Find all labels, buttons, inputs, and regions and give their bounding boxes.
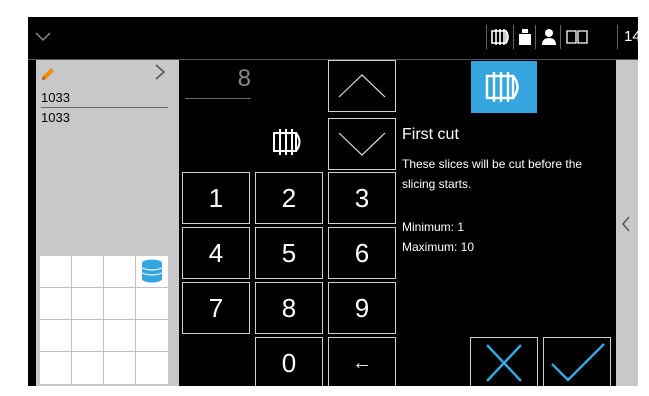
key-7[interactable]: 7 [182,282,250,334]
value-display: 8 [185,64,251,99]
close-icon [486,344,522,382]
grid-cell[interactable] [104,256,136,288]
info-minimum: Minimum: 1 [402,220,465,234]
numeric-keypad: 8 1 2 3 4 5 6 7 8 9 0 ← [181,60,396,386]
database-icon [141,259,163,283]
key-3[interactable]: 3 [328,172,396,224]
grid-cell[interactable] [72,256,104,288]
grid-cell[interactable] [40,320,72,352]
grid-cell[interactable] [104,352,136,384]
grid-cell[interactable] [136,352,168,384]
info-panel: First cut These slices will be cut befor… [398,60,616,386]
grid-cell[interactable] [72,320,104,352]
checkmark-icon [551,343,605,382]
grid-cell[interactable] [72,352,104,384]
chevron-right-icon[interactable] [154,64,166,80]
key-0[interactable]: 0 [255,337,323,386]
grid-cell[interactable] [40,352,72,384]
slot-grid [40,256,168,384]
confirm-button[interactable] [543,337,611,386]
key-4[interactable]: 4 [182,227,250,279]
chevron-left-icon[interactable] [621,216,631,232]
key-9[interactable]: 9 [328,282,396,334]
grid-cell[interactable] [40,288,72,320]
right-panel[interactable] [616,60,638,386]
decrement-button[interactable] [328,118,396,170]
weight-icon[interactable] [513,25,536,49]
key-1[interactable]: 1 [182,172,250,224]
clock: 14:34 [617,25,638,49]
grid-cell[interactable] [136,256,168,288]
product-id: 1033 [41,90,70,105]
book-icon[interactable] [560,25,593,49]
grid-cell[interactable] [72,288,104,320]
key-6[interactable]: 6 [328,227,396,279]
pencil-icon[interactable] [40,66,56,82]
increment-button[interactable] [328,60,396,112]
grid-cell[interactable] [40,256,72,288]
top-bar: 14:34 [28,17,638,60]
user-icon[interactable] [535,25,561,49]
first-cut-icon [273,129,301,155]
grid-cell[interactable] [104,288,136,320]
first-cut-header-icon [471,61,537,113]
app-window: 14:34 1033 1033 [28,17,638,386]
info-maximum: Maximum: 10 [402,240,475,254]
key-8[interactable]: 8 [255,282,323,334]
divider [41,107,168,108]
left-panel: 1033 1033 [36,60,179,386]
info-title: First cut [402,126,459,143]
key-5[interactable]: 5 [255,227,323,279]
key-2[interactable]: 2 [255,172,323,224]
grid-cell[interactable] [104,320,136,352]
grid-cell[interactable] [136,320,168,352]
grid-cell[interactable] [136,288,168,320]
cancel-button[interactable] [470,337,538,386]
info-description: These slices will be cut before the slic… [402,157,583,191]
product-name: 1033 [41,110,70,125]
backspace-button[interactable]: ← [328,337,396,386]
chevron-down-icon[interactable] [34,27,52,45]
slicer-icon[interactable] [486,25,514,49]
